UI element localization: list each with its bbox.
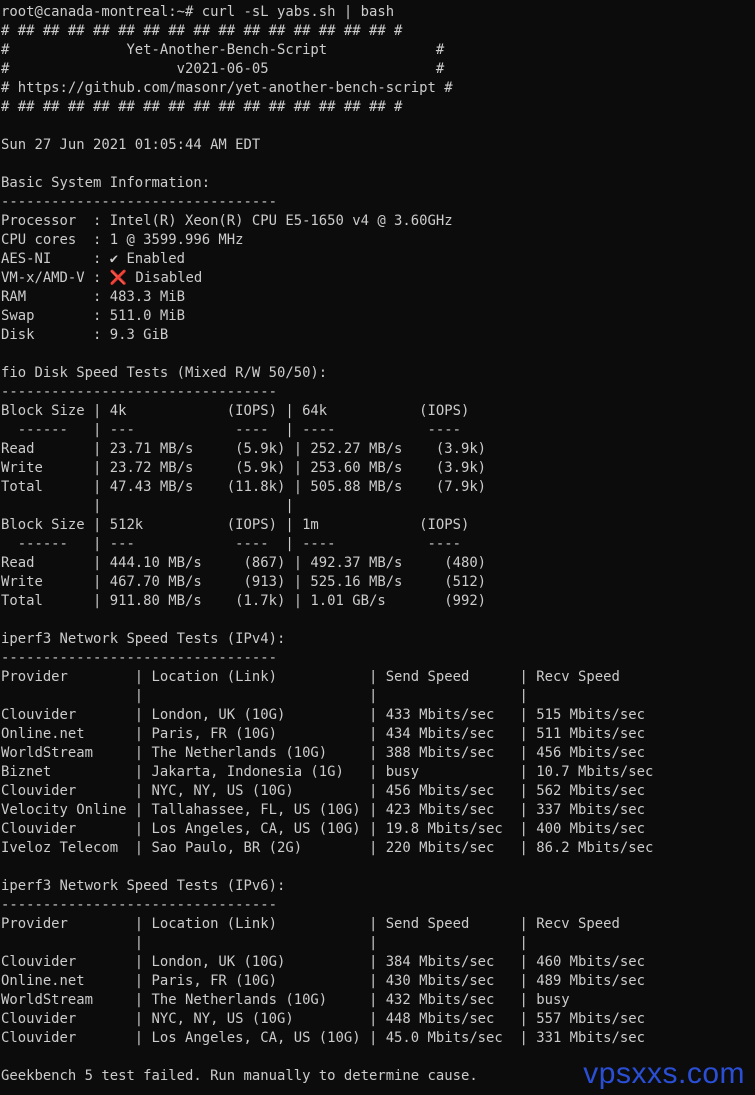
terminal-output[interactable]: root@canada-montreal:~# curl -sL yabs.sh… [1,3,753,1093]
cpu-cores-line: CPU cores : 1 @ 3599.996 MHz [1,232,244,248]
iperf-row: Clouvider | Los Angeles, CA, US (10G) | … [1,1030,645,1046]
fio-row-read: Read | 23.71 MB/s (5.9k) | 252.27 MB/s (… [1,441,487,457]
iperf-row: Clouvider | Los Angeles, CA, US (10G) | … [1,821,645,837]
iperf-row: Online.net | Paris, FR (10G) | 434 Mbits… [1,726,645,742]
iperf-row: WorldStream | The Netherlands (10G) | 38… [1,745,645,761]
iperf-row: Biznet | Jakarta, Indonesia (1G) | busy … [1,764,654,780]
fio-row-write: Write | 467.70 MB/s (913) | 525.16 MB/s … [1,574,487,590]
section-heading-ipv6: iperf3 Network Speed Tests (IPv6): [1,878,286,894]
iperf-row: Clouvider | NYC, NY, US (10G) | 448 Mbit… [1,1011,645,1027]
section-divider: --------------------------------- [1,384,277,400]
section-heading-system: Basic System Information: [1,175,211,191]
fio-row-write: Write | 23.72 MB/s (5.9k) | 253.60 MB/s … [1,460,487,476]
iperf-table-header: Provider | Location (Link) | Send Speed … [1,916,620,932]
banner-line: # ## ## ## ## ## ## ## ## ## ## ## ## ##… [1,99,403,115]
iperf-row: Clouvider | London, UK (10G) | 433 Mbits… [1,707,645,723]
iperf-row: Online.net | Paris, FR (10G) | 430 Mbits… [1,973,645,989]
iperf-row: Velocity Online | Tallahassee, FL, US (1… [1,802,645,818]
disk-line: Disk : 9.3 GiB [1,327,169,343]
fio-row-total: Total | 47.43 MB/s (11.8k) | 505.88 MB/s… [1,479,487,495]
iperf-row: Clouvider | NYC, NY, US (10G) | 456 Mbit… [1,783,645,799]
iperf-table-spacer: | | | [1,688,528,704]
timestamp-line: Sun 27 Jun 2021 01:05:44 AM EDT [1,137,261,153]
ram-line: RAM : 483.3 MiB [1,289,185,305]
watermark-text: vpsxxs.com [583,1057,745,1090]
banner-line: # ## ## ## ## ## ## ## ## ## ## ## ## ##… [1,23,403,39]
aes-ni-line: AES-NI : ✔ Enabled [1,251,185,267]
fio-table-spacer: | | [1,498,294,514]
section-divider: --------------------------------- [1,650,277,666]
section-divider: --------------------------------- [1,897,277,913]
banner-title: # Yet-Another-Bench-Script # [1,42,445,58]
swap-line: Swap : 511.0 MiB [1,308,185,324]
fio-table-rule: ------ | --- ---- | ---- ---- [1,422,461,438]
fio-row-read: Read | 444.10 MB/s (867) | 492.37 MB/s (… [1,555,487,571]
section-divider: --------------------------------- [1,194,277,210]
iperf-row: Clouvider | London, UK (10G) | 384 Mbits… [1,954,645,970]
iperf-table-header: Provider | Location (Link) | Send Speed … [1,669,620,685]
section-heading-ipv4: iperf3 Network Speed Tests (IPv4): [1,631,286,647]
iperf-row: Iveloz Telecom | Sao Paulo, BR (2G) | 22… [1,840,654,856]
iperf-row: WorldStream | The Netherlands (10G) | 43… [1,992,570,1008]
fio-row-total: Total | 911.80 MB/s (1.7k) | 1.01 GB/s (… [1,593,487,609]
vmx-line: VM-x/AMD-V : ❌ Disabled [1,270,203,286]
section-heading-fio: fio Disk Speed Tests (Mixed R/W 50/50): [1,365,328,381]
banner-url: # https://github.com/masonr/yet-another-… [1,80,453,96]
fio-table-header: Block Size | 4k (IOPS) | 64k (IOPS) [1,403,470,419]
fio-table-rule: ------ | --- ---- | ---- ---- [1,536,461,552]
processor-line: Processor : Intel(R) Xeon(R) CPU E5-1650… [1,213,453,229]
banner-version: # v2021-06-05 # [1,61,445,77]
fio-table-header: Block Size | 512k (IOPS) | 1m (IOPS) [1,517,470,533]
command-line: root@canada-montreal:~# curl -sL yabs.sh… [1,4,395,20]
iperf-table-spacer: | | | [1,935,528,951]
